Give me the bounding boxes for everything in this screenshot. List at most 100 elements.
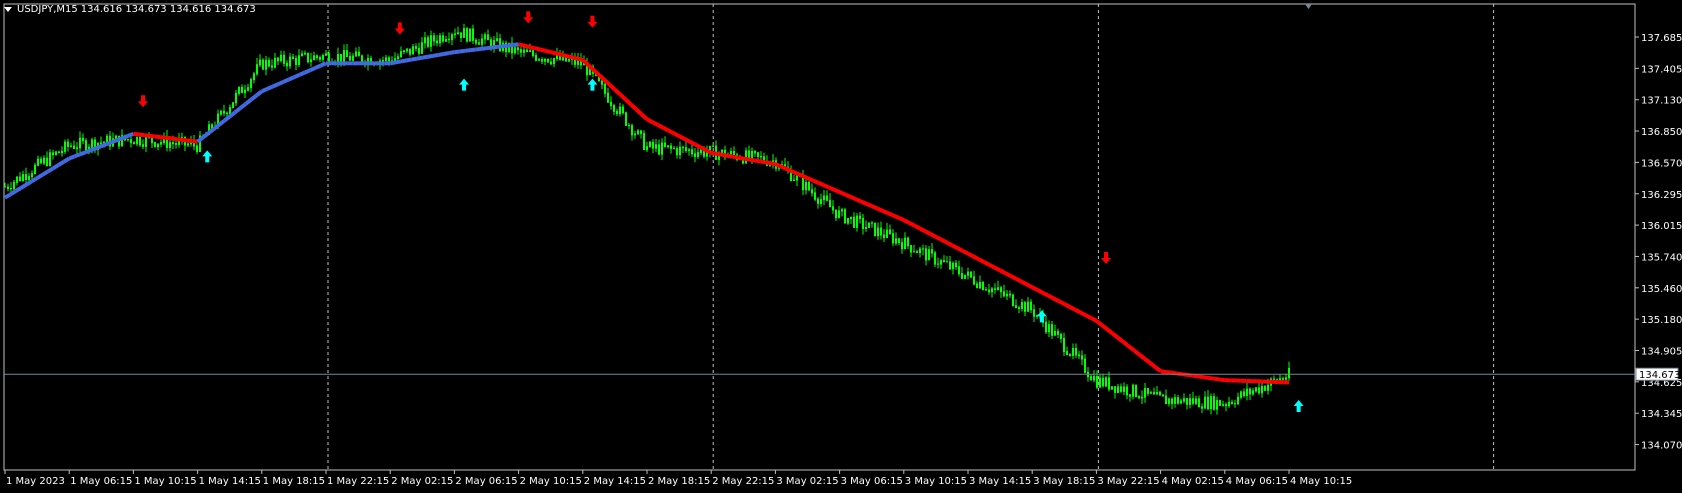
ma-segment bbox=[1160, 369, 1167, 374]
ma-segment bbox=[127, 131, 135, 138]
ma-segment bbox=[1171, 370, 1177, 376]
price-tick-label: 135.180 bbox=[1641, 315, 1682, 326]
ma-segment bbox=[149, 133, 156, 139]
ma-segment bbox=[929, 232, 937, 239]
ma-segment bbox=[977, 257, 985, 264]
time-tick-label: 3 May 10:15 bbox=[905, 476, 967, 487]
ma-segment bbox=[806, 176, 814, 183]
ma-segment bbox=[389, 60, 396, 66]
ma-segment bbox=[534, 46, 541, 52]
ma-segment bbox=[1031, 285, 1039, 292]
ma-segment bbox=[416, 55, 423, 61]
ma-segment bbox=[1127, 344, 1136, 352]
triangle-down-icon[interactable] bbox=[4, 7, 12, 12]
ma-segment bbox=[201, 131, 210, 140]
ma-segment bbox=[196, 135, 205, 144]
ma-segment bbox=[79, 150, 86, 157]
ma-segment bbox=[656, 123, 664, 130]
ma-segment bbox=[249, 93, 258, 102]
ma-segment bbox=[769, 161, 776, 167]
ma-segment bbox=[902, 218, 911, 225]
moving-average bbox=[3, 42, 1290, 385]
ma-segment bbox=[62, 156, 71, 164]
ma-segment bbox=[111, 138, 119, 144]
ma-segment bbox=[1132, 348, 1141, 356]
ma-segment bbox=[287, 75, 295, 82]
chart-header: USDJPY,M15 134.616 134.673 134.616 134.6… bbox=[4, 4, 256, 15]
ma-segment bbox=[57, 160, 65, 167]
time-tick-label: 2 May 22:15 bbox=[712, 476, 774, 487]
ma-segment bbox=[46, 166, 55, 174]
ma-segment bbox=[25, 179, 33, 187]
ma-segment bbox=[427, 53, 434, 59]
ma-segment bbox=[1197, 374, 1204, 380]
ma-segment bbox=[870, 204, 878, 211]
time-tick-label: 3 May 14:15 bbox=[969, 476, 1031, 487]
ma-segment bbox=[411, 56, 418, 62]
ma-segment bbox=[518, 42, 525, 48]
time-tick-label: 1 May 2023 bbox=[6, 476, 65, 487]
ma-segment bbox=[753, 158, 760, 164]
price-tick-label: 134.070 bbox=[1641, 441, 1682, 452]
candlestick-series bbox=[4, 23, 1290, 415]
ma-segment bbox=[105, 140, 113, 146]
ma-segment bbox=[764, 160, 771, 166]
ma-segment bbox=[699, 145, 707, 152]
ma-segment bbox=[646, 117, 654, 124]
ma-segment bbox=[73, 152, 81, 159]
chart-window[interactable]: 137.685 137.405 137.130 136.850 136.570 136.2… bbox=[0, 0, 1682, 493]
price-tick-label: 134.345 bbox=[1641, 409, 1682, 420]
ma-segment bbox=[892, 213, 900, 220]
ma-segment bbox=[566, 54, 573, 60]
ma-segment bbox=[496, 44, 503, 49]
ma-segment bbox=[576, 56, 584, 62]
time-tick-label: 1 May 18:15 bbox=[263, 476, 325, 487]
ma-segment bbox=[1165, 369, 1172, 375]
ma-segment bbox=[470, 47, 477, 53]
ma-segment bbox=[817, 180, 825, 187]
ma-segment bbox=[934, 235, 943, 242]
ma-segment bbox=[785, 166, 793, 173]
ma-segment bbox=[918, 226, 927, 234]
ma-segment bbox=[710, 150, 717, 156]
ma-segment bbox=[480, 46, 487, 51]
ma-segment bbox=[244, 98, 253, 106]
ma-segment bbox=[812, 178, 819, 185]
ma-segment bbox=[1063, 302, 1071, 309]
buy-arrow-icon bbox=[587, 78, 598, 91]
ma-segment bbox=[507, 42, 514, 48]
ma-segment bbox=[523, 43, 530, 49]
ma-segment bbox=[913, 223, 921, 231]
ma-segment bbox=[502, 43, 509, 49]
time-tick-label: 2 May 06:15 bbox=[455, 476, 517, 487]
ma-segment bbox=[175, 137, 182, 142]
ma-segment bbox=[1009, 274, 1018, 281]
ma-segment bbox=[555, 51, 562, 57]
ma-segment bbox=[1187, 372, 1193, 378]
chart-canvas[interactable]: 137.685 137.405 137.130 136.850 136.570 136.2… bbox=[0, 0, 1682, 493]
ma-segment bbox=[678, 134, 686, 141]
ma-segment bbox=[1148, 361, 1157, 369]
ma-segment bbox=[967, 251, 975, 259]
ma-segment bbox=[1090, 316, 1098, 323]
time-tick-label: 1 May 22:15 bbox=[327, 476, 389, 487]
ma-segment bbox=[1015, 277, 1023, 284]
ma-segment bbox=[121, 134, 129, 140]
ma-segment bbox=[908, 221, 916, 228]
ma-segment bbox=[634, 107, 644, 116]
price-tick-label: 135.740 bbox=[1641, 252, 1682, 263]
ma-segment bbox=[20, 182, 28, 190]
ma-segment bbox=[822, 183, 830, 190]
ma-segment bbox=[421, 54, 428, 60]
ma-segment bbox=[694, 142, 702, 150]
ma-segment bbox=[716, 151, 723, 157]
shift-marker-icon[interactable] bbox=[1305, 4, 1312, 9]
price-tick-label: 137.685 bbox=[1641, 33, 1682, 44]
ma-segment bbox=[68, 154, 76, 161]
ma-segment bbox=[924, 229, 932, 236]
plot-frame bbox=[3, 3, 1636, 471]
ma-segment bbox=[726, 153, 733, 159]
ma-segment bbox=[303, 68, 311, 75]
time-tick-label: 4 May 10:15 bbox=[1290, 476, 1352, 487]
time-tick-label: 2 May 10:15 bbox=[520, 476, 582, 487]
